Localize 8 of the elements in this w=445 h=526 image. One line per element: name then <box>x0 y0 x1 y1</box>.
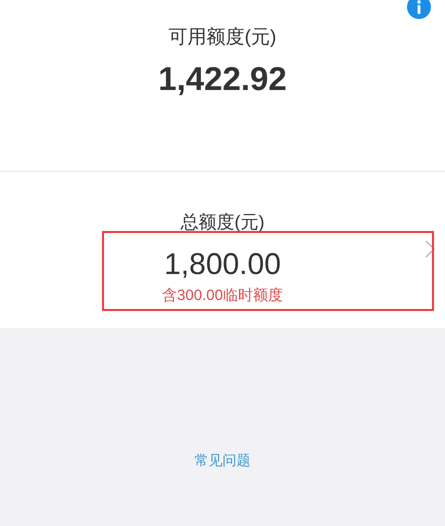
available-credit-amount: 1,422.92 <box>158 60 287 98</box>
temporary-credit-note: 含300.00临时额度 <box>162 286 283 305</box>
total-credit-amount: 1,800.00 <box>164 248 281 282</box>
faq-link[interactable]: 常见问题 <box>194 452 250 470</box>
total-credit-label: 总额度(元) <box>180 211 264 234</box>
available-credit-label: 可用额度(元) <box>168 26 276 50</box>
info-icon[interactable] <box>407 0 431 19</box>
chevron-right-icon[interactable] <box>425 240 435 258</box>
